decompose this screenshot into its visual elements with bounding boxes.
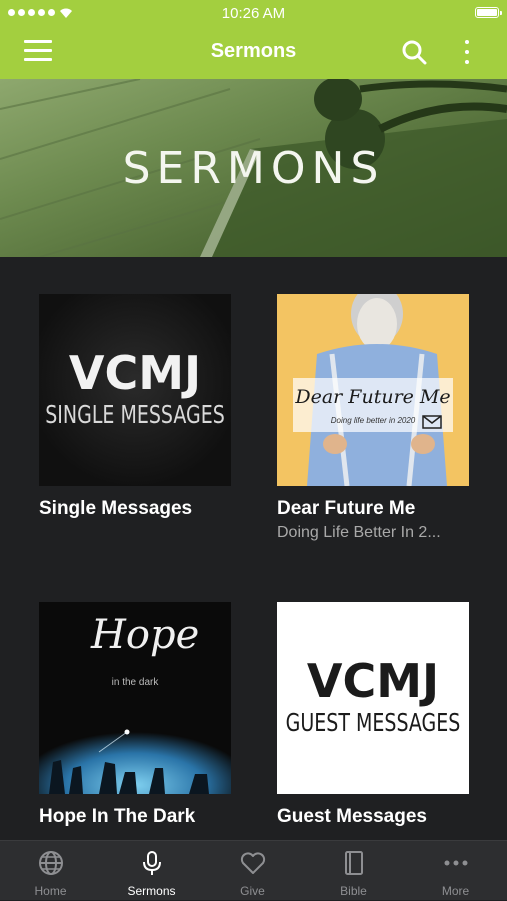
- tab-more[interactable]: More: [404, 841, 507, 901]
- series-card-guest-messages[interactable]: VCMJ GUEST MESSAGES Guest Messages: [277, 602, 469, 828]
- artwork-subtitle: Doing life better in 2020: [330, 416, 416, 425]
- battery-icon: [475, 7, 502, 18]
- series-title[interactable]: Guest Messages: [277, 806, 469, 828]
- page-title: Sermons: [210, 40, 297, 62]
- tab-label: Give: [240, 884, 265, 898]
- artwork-title: Hope: [91, 612, 200, 658]
- artwork-subtitle: GUEST MESSAGES: [285, 708, 461, 738]
- tab-label: Sermons: [127, 884, 176, 898]
- series-card-hope-in-the-dark[interactable]: Hope in the dark Hope In The Dark: [39, 602, 231, 828]
- more-icon: [444, 860, 467, 866]
- series-artwork[interactable]: VCMJ SINGLE MESSAGES: [39, 294, 231, 486]
- tab-bible[interactable]: Bible: [303, 841, 404, 901]
- more-options-button[interactable]: [460, 38, 474, 66]
- book-icon: [344, 851, 363, 875]
- banner-title: SERMONS: [122, 143, 385, 194]
- tab-label: Home: [34, 884, 67, 898]
- tab-give[interactable]: Give: [202, 841, 303, 901]
- series-artwork[interactable]: Dear Future Me Doing life better in 2020: [277, 294, 469, 486]
- series-title[interactable]: Single Messages: [39, 498, 231, 520]
- tab-home[interactable]: Home: [0, 841, 101, 901]
- series-title[interactable]: Dear Future Me: [277, 498, 469, 520]
- series-artwork[interactable]: Hope in the dark: [39, 602, 231, 794]
- sermons-banner: SERMONS: [0, 79, 507, 257]
- series-title[interactable]: Hope In The Dark: [39, 806, 231, 828]
- tab-label: More: [441, 884, 470, 898]
- globe-icon: [38, 851, 63, 875]
- artwork-logo: VCMJ: [68, 346, 202, 400]
- series-subtitle: Doing Life Better In 2...: [277, 524, 441, 541]
- heart-icon: [240, 852, 265, 874]
- tab-bar: Home Sermons Give Bible More: [0, 840, 507, 900]
- search-icon[interactable]: [401, 39, 427, 65]
- tab-sermons[interactable]: Sermons: [101, 841, 202, 901]
- status-time: 10:26 AM: [221, 5, 286, 22]
- status-bar: 10:26 AM: [0, 0, 507, 28]
- series-card-dear-future-me[interactable]: Dear Future Me Doing life better in 2020…: [277, 294, 469, 542]
- microphone-icon: [142, 851, 161, 875]
- artwork-title: Dear Future Me: [295, 386, 451, 408]
- series-artwork[interactable]: VCMJ GUEST MESSAGES: [277, 602, 469, 794]
- artwork-subtitle: SINGLE MESSAGES: [45, 400, 225, 430]
- artwork-subtitle: in the dark: [111, 677, 159, 688]
- app-header: 10:26 AM Sermons: [0, 0, 507, 79]
- artwork-logo: VCMJ: [306, 654, 440, 708]
- tab-label: Bible: [340, 884, 367, 898]
- series-card-single-messages[interactable]: VCMJ SINGLE MESSAGES Single Messages: [39, 294, 231, 520]
